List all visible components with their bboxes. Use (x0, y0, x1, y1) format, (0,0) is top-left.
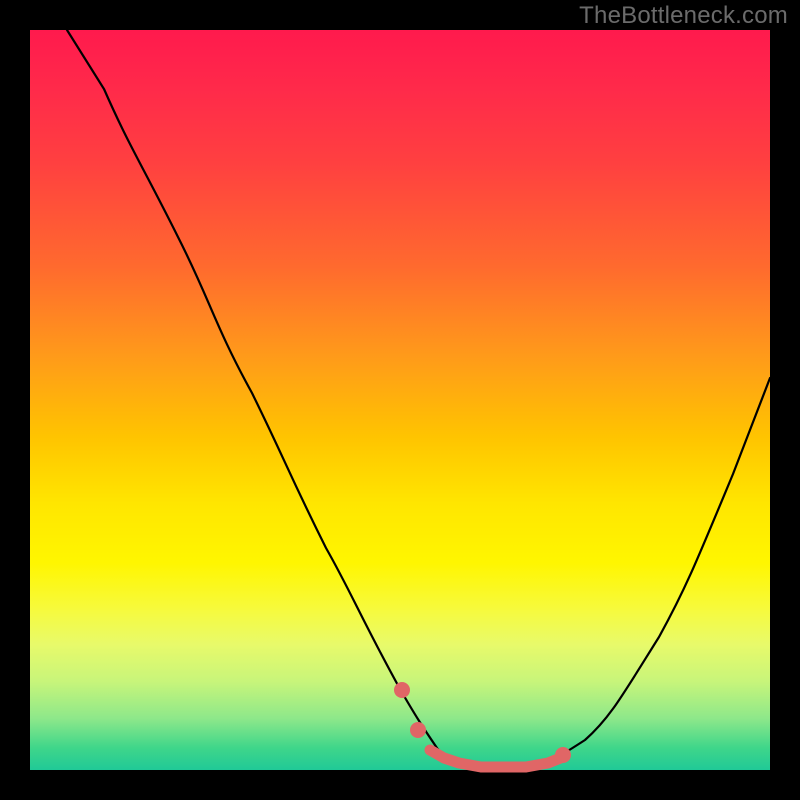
watermark-text: TheBottleneck.com (579, 2, 788, 30)
highlight-dot (555, 747, 571, 763)
bottleneck-curve (67, 30, 770, 770)
chart-frame: TheBottleneck.com (0, 0, 800, 800)
optimal-zone-highlight (430, 750, 563, 767)
highlight-dot (394, 682, 410, 698)
plot-area (30, 30, 770, 770)
curve-svg (30, 30, 770, 770)
highlight-dot (410, 722, 426, 738)
